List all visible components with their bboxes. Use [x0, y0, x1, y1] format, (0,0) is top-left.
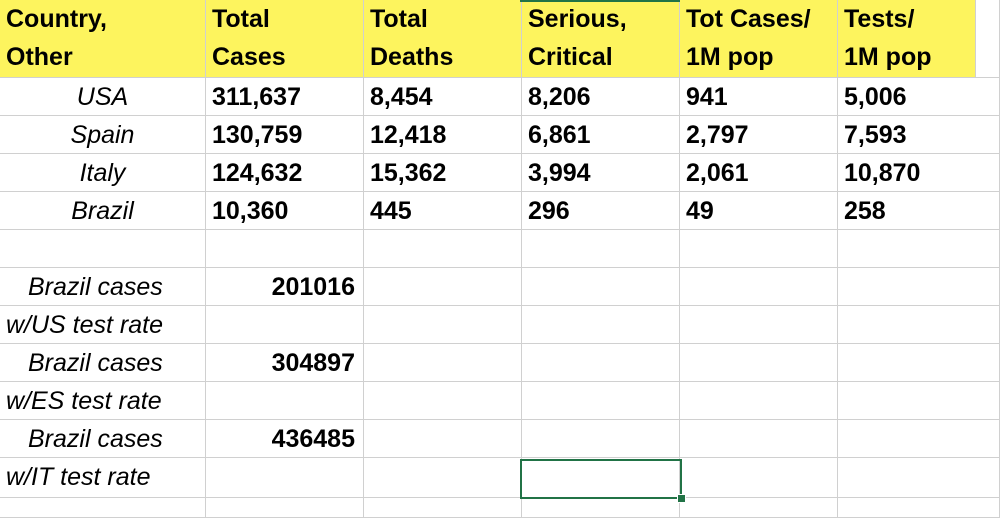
- cell-total-cases[interactable]: 311,637: [206, 78, 364, 116]
- cell-total-deaths[interactable]: 15,362: [364, 154, 522, 192]
- empty-cell[interactable]: [522, 498, 680, 518]
- empty-cell[interactable]: [838, 306, 1000, 344]
- empty-cell[interactable]: [206, 382, 364, 420]
- empty-cell[interactable]: [976, 0, 1000, 78]
- empty-cell[interactable]: [838, 382, 1000, 420]
- cell-tot-cases-1m[interactable]: 941: [680, 78, 838, 116]
- column-selection-indicator: [520, 0, 680, 2]
- header-tests-1m[interactable]: Tests/ 1M pop: [838, 0, 976, 78]
- empty-cell[interactable]: [364, 268, 522, 306]
- empty-cell[interactable]: [680, 458, 838, 498]
- empty-cell[interactable]: [206, 306, 364, 344]
- estimate-sublabel[interactable]: w/IT test rate: [0, 458, 206, 498]
- empty-cell[interactable]: [522, 420, 680, 458]
- empty-cell[interactable]: [680, 268, 838, 306]
- spreadsheet-grid: Country, Other Total Cases Total Deaths …: [0, 0, 1000, 518]
- header-tests-1m-line2: 1M pop: [844, 43, 932, 71]
- empty-cell[interactable]: [838, 420, 1000, 458]
- header-total-cases-line1: Total: [212, 5, 270, 33]
- cell-total-cases[interactable]: 124,632: [206, 154, 364, 192]
- cell-total-deaths[interactable]: 12,418: [364, 116, 522, 154]
- cell-serious[interactable]: 6,861: [522, 116, 680, 154]
- header-serious-line1: Serious,: [528, 5, 627, 33]
- empty-cell[interactable]: [838, 230, 1000, 268]
- cell-serious[interactable]: 296: [522, 192, 680, 230]
- empty-cell[interactable]: [364, 230, 522, 268]
- header-total-deaths[interactable]: Total Deaths: [364, 0, 522, 78]
- empty-cell[interactable]: [522, 382, 680, 420]
- empty-cell[interactable]: [206, 230, 364, 268]
- empty-cell[interactable]: [364, 420, 522, 458]
- cell-tot-cases-1m[interactable]: 2,797: [680, 116, 838, 154]
- empty-cell[interactable]: [364, 458, 522, 498]
- estimate-sublabel[interactable]: w/ES test rate: [0, 382, 206, 420]
- empty-cell[interactable]: [522, 268, 680, 306]
- empty-cell[interactable]: [364, 382, 522, 420]
- active-cell-border: [520, 459, 682, 499]
- empty-cell[interactable]: [364, 306, 522, 344]
- header-country-line1: Country,: [6, 5, 107, 33]
- empty-cell[interactable]: [838, 498, 1000, 518]
- cell-country[interactable]: Italy: [0, 154, 206, 192]
- empty-cell[interactable]: [680, 498, 838, 518]
- empty-cell[interactable]: [680, 420, 838, 458]
- empty-cell[interactable]: [838, 268, 1000, 306]
- empty-cell[interactable]: [206, 458, 364, 498]
- empty-cell[interactable]: [680, 230, 838, 268]
- estimate-label[interactable]: Brazil cases: [0, 268, 206, 306]
- empty-cell[interactable]: [522, 306, 680, 344]
- empty-cell[interactable]: [364, 498, 522, 518]
- header-tests-1m-line1: Tests/: [844, 5, 915, 33]
- empty-cell[interactable]: [0, 230, 206, 268]
- header-country[interactable]: Country, Other: [0, 0, 206, 78]
- cell-tot-cases-1m[interactable]: 2,061: [680, 154, 838, 192]
- estimate-sublabel[interactable]: w/US test rate: [0, 306, 206, 344]
- empty-cell[interactable]: [0, 498, 206, 518]
- fill-handle[interactable]: [677, 494, 686, 503]
- header-total-deaths-line2: Deaths: [370, 43, 454, 71]
- header-tot-cases-1m-line1: Tot Cases/: [686, 5, 811, 33]
- cell-tests-1m[interactable]: 10,870: [838, 154, 1000, 192]
- estimate-label[interactable]: Brazil cases: [0, 344, 206, 382]
- header-serious-line2: Critical: [528, 43, 613, 71]
- header-tot-cases-1m-line2: 1M pop: [686, 43, 774, 71]
- cell-country[interactable]: USA: [0, 78, 206, 116]
- cell-tests-1m[interactable]: 5,006: [838, 78, 1000, 116]
- cell-tests-1m[interactable]: 7,593: [838, 116, 1000, 154]
- estimate-value[interactable]: 304897: [206, 344, 364, 382]
- cell-tot-cases-1m[interactable]: 49: [680, 192, 838, 230]
- empty-cell[interactable]: [680, 306, 838, 344]
- cell-tests-1m[interactable]: 258: [838, 192, 1000, 230]
- cell-serious[interactable]: 8,206: [522, 78, 680, 116]
- empty-cell[interactable]: [206, 498, 364, 518]
- cell-serious[interactable]: 3,994: [522, 154, 680, 192]
- empty-cell[interactable]: [522, 344, 680, 382]
- empty-cell[interactable]: [364, 344, 522, 382]
- header-total-cases[interactable]: Total Cases: [206, 0, 364, 78]
- header-tot-cases-1m[interactable]: Tot Cases/ 1M pop: [680, 0, 838, 78]
- cell-country[interactable]: Brazil: [0, 192, 206, 230]
- empty-cell[interactable]: [522, 230, 680, 268]
- header-total-deaths-line1: Total: [370, 5, 428, 33]
- cell-total-deaths[interactable]: 445: [364, 192, 522, 230]
- empty-cell[interactable]: [680, 344, 838, 382]
- header-total-cases-line2: Cases: [212, 43, 286, 71]
- estimate-value[interactable]: 436485: [206, 420, 364, 458]
- cell-total-deaths[interactable]: 8,454: [364, 78, 522, 116]
- cell-country[interactable]: Spain: [0, 116, 206, 154]
- header-serious-critical[interactable]: Serious, Critical: [522, 0, 680, 78]
- cell-total-cases[interactable]: 10,360: [206, 192, 364, 230]
- cell-total-cases[interactable]: 130,759: [206, 116, 364, 154]
- estimate-label[interactable]: Brazil cases: [0, 420, 206, 458]
- header-country-line2: Other: [6, 43, 73, 71]
- empty-cell[interactable]: [680, 382, 838, 420]
- estimate-value[interactable]: 201016: [206, 268, 364, 306]
- empty-cell[interactable]: [838, 458, 1000, 498]
- empty-cell[interactable]: [838, 344, 1000, 382]
